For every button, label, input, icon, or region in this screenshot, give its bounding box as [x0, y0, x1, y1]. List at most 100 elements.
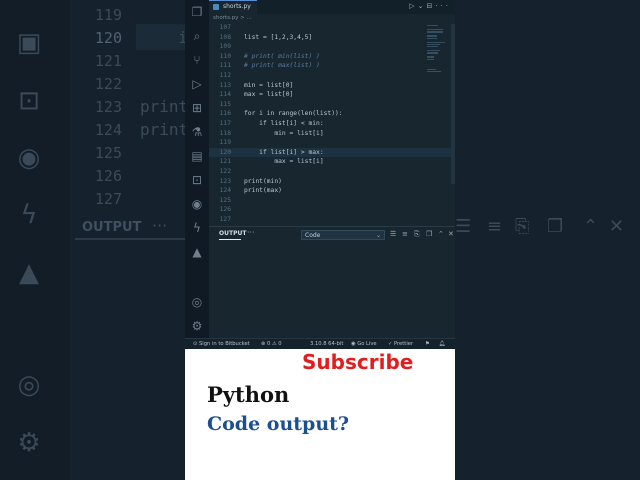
code-line[interactable]: 111 # print( max(list) ): [209, 61, 455, 71]
bg-line-number: 125: [94, 144, 122, 162]
settings-gear-icon[interactable]: ⚙: [189, 318, 205, 334]
search-icon[interactable]: ⌕: [189, 28, 205, 44]
minimap-line: [427, 50, 440, 52]
account-icon[interactable]: ◎: [189, 294, 205, 310]
background-left-blur: ▣ ⊡ ◉ ϟ ▲ ◎ ⚙ 119 120 121 122 123 124 12…: [0, 0, 188, 480]
code-line[interactable]: 108 list = [1,2,3,4,5]: [209, 33, 455, 43]
line-number: 124: [219, 187, 231, 195]
line-text: if list[i] > max:: [244, 148, 324, 156]
source-control-icon[interactable]: ⑂: [189, 52, 205, 68]
bg-account-icon: ◎: [17, 370, 41, 400]
line-text: # print( min(list) ): [244, 52, 320, 60]
code-lines[interactable]: 107 108 list = [1,2,3,4,5] 109 110 # print( m…: [209, 23, 455, 224]
clear-output-icon[interactable]: ≡: [402, 230, 408, 238]
prettier-label: Prettier: [394, 341, 414, 347]
minimap-line: [427, 71, 442, 73]
code-line[interactable]: 113 min = list[0]: [209, 81, 455, 91]
minimap-line: [427, 56, 435, 58]
vertical-scrollbar[interactable]: [451, 24, 455, 184]
minimap-line: [427, 52, 438, 54]
line-number: 119: [219, 139, 231, 147]
line-number: 117: [219, 119, 231, 127]
subscribe-text[interactable]: Subscribe: [302, 350, 413, 374]
background-activity-bar: [0, 0, 70, 480]
lock-scroll-icon[interactable]: ⎘: [414, 230, 420, 239]
code-line[interactable]: 112: [209, 71, 455, 81]
output-panel: OUTPUT ··· Code ⌄ ☰ ≡ ⎘ ❐ ⌃ ✕: [209, 226, 455, 339]
code-line[interactable]: 125: [209, 196, 455, 206]
line-text: for i in range(len(list)):: [244, 110, 343, 118]
code-line[interactable]: 114 max = list[0]: [209, 90, 455, 100]
line-number: 123: [219, 177, 231, 185]
code-line[interactable]: 119: [209, 138, 455, 148]
code-line[interactable]: 110 # print( min(list) ): [209, 52, 455, 62]
run-debug-icon[interactable]: ▷: [189, 76, 205, 92]
more-actions-icon[interactable]: ···: [435, 2, 451, 10]
line-number: 125: [219, 196, 231, 204]
bitbucket-label: Sign in to Bitbucket: [199, 341, 250, 347]
minimap-line: [427, 43, 440, 46]
code-line[interactable]: 116 for i in range(len(list)):: [209, 109, 455, 119]
split-editor-icon[interactable]: ⊟: [426, 2, 435, 10]
tab-label: shorts.py: [223, 3, 251, 10]
minimap-line: [427, 29, 444, 31]
output-tab[interactable]: OUTPUT: [219, 230, 246, 237]
minimap[interactable]: [427, 25, 445, 95]
azure-icon[interactable]: ▲: [189, 244, 205, 260]
code-line[interactable]: 127: [209, 215, 455, 225]
bg-lightning-icon: ϟ: [20, 200, 38, 230]
list-filter-icon[interactable]: ☰: [390, 230, 396, 238]
go-live-label: Go Live: [357, 341, 377, 347]
bg-copy-icon: ❐: [547, 216, 564, 237]
bg-notebook-icon: ▣: [16, 28, 42, 58]
notebook-icon[interactable]: ▤: [189, 148, 205, 164]
extensions-icon[interactable]: ⊞: [189, 100, 205, 116]
terminal-icon[interactable]: ⊡: [189, 172, 205, 188]
vscode-window: ❐ ⌕ ⑂ ▷ ⊞ ⚗ ▤ ⊡ ◉ ϟ ▲ ◎ ⚙ shorts.py ▷⌄⊟·…: [185, 0, 455, 480]
code-line[interactable]: 121 max = list[i]: [209, 157, 455, 167]
code-line[interactable]: 124 print(max): [209, 186, 455, 196]
code-line[interactable]: 126: [209, 205, 455, 215]
bg-list-icon: ☰: [455, 216, 472, 237]
code-line[interactable]: 109: [209, 42, 455, 52]
minimap-line: [427, 58, 435, 60]
code-line[interactable]: 122: [209, 167, 455, 177]
line-text: max = list[0]: [244, 91, 294, 99]
line-number: 118: [219, 129, 231, 137]
code-line[interactable]: 123 print(min): [209, 177, 455, 187]
copy-icon[interactable]: ❐: [426, 230, 432, 238]
panel-more-button[interactable]: ···: [247, 228, 255, 237]
chevron-down-icon: ⌄: [375, 232, 381, 239]
line-number: 113: [219, 81, 231, 89]
lightning-icon[interactable]: ϟ: [189, 220, 205, 236]
line-number: 121: [219, 158, 231, 166]
explorer-icon[interactable]: ❐: [189, 4, 205, 20]
line-number: 120: [219, 148, 231, 156]
code-line[interactable]: 120 if list[i] > max:: [209, 147, 455, 158]
run-icon[interactable]: ▷: [409, 2, 417, 10]
code-line[interactable]: 118 min = list[i]: [209, 129, 455, 139]
output-channel-select[interactable]: Code ⌄: [301, 230, 385, 240]
output-tab-underline: [219, 239, 241, 240]
breadcrumb[interactable]: shorts.py > ...: [213, 15, 252, 21]
activity-bar: ❐ ⌕ ⑂ ▷ ⊞ ⚗ ▤ ⊡ ◉ ϟ ▲ ◎ ⚙: [185, 0, 209, 340]
bg-azure-icon: ▲: [19, 258, 39, 288]
caption-title: Python: [207, 382, 290, 407]
git-graph-icon[interactable]: ◉: [189, 196, 205, 212]
line-number: 109: [219, 43, 231, 51]
bg-line-number: 127: [94, 190, 122, 208]
bg-more-dots: ···: [152, 216, 168, 235]
close-icon[interactable]: ✕: [448, 230, 454, 238]
line-number: 108: [219, 33, 231, 41]
minimap-line: [427, 31, 444, 33]
code-line[interactable]: 117 if list[i] < min:: [209, 119, 455, 129]
bg-terminal-icon: ⊡: [18, 86, 40, 116]
bg-output-underline: [75, 238, 185, 240]
bg-line-number: 124: [94, 121, 122, 139]
code-line[interactable]: 115: [209, 100, 455, 110]
code-line[interactable]: 107: [209, 23, 455, 33]
testing-icon[interactable]: ⚗: [189, 124, 205, 140]
chevron-up-icon[interactable]: ⌃: [438, 230, 444, 238]
tab-shorts-py[interactable]: shorts.py: [209, 0, 257, 14]
bg-git-icon: ◉: [17, 143, 41, 173]
